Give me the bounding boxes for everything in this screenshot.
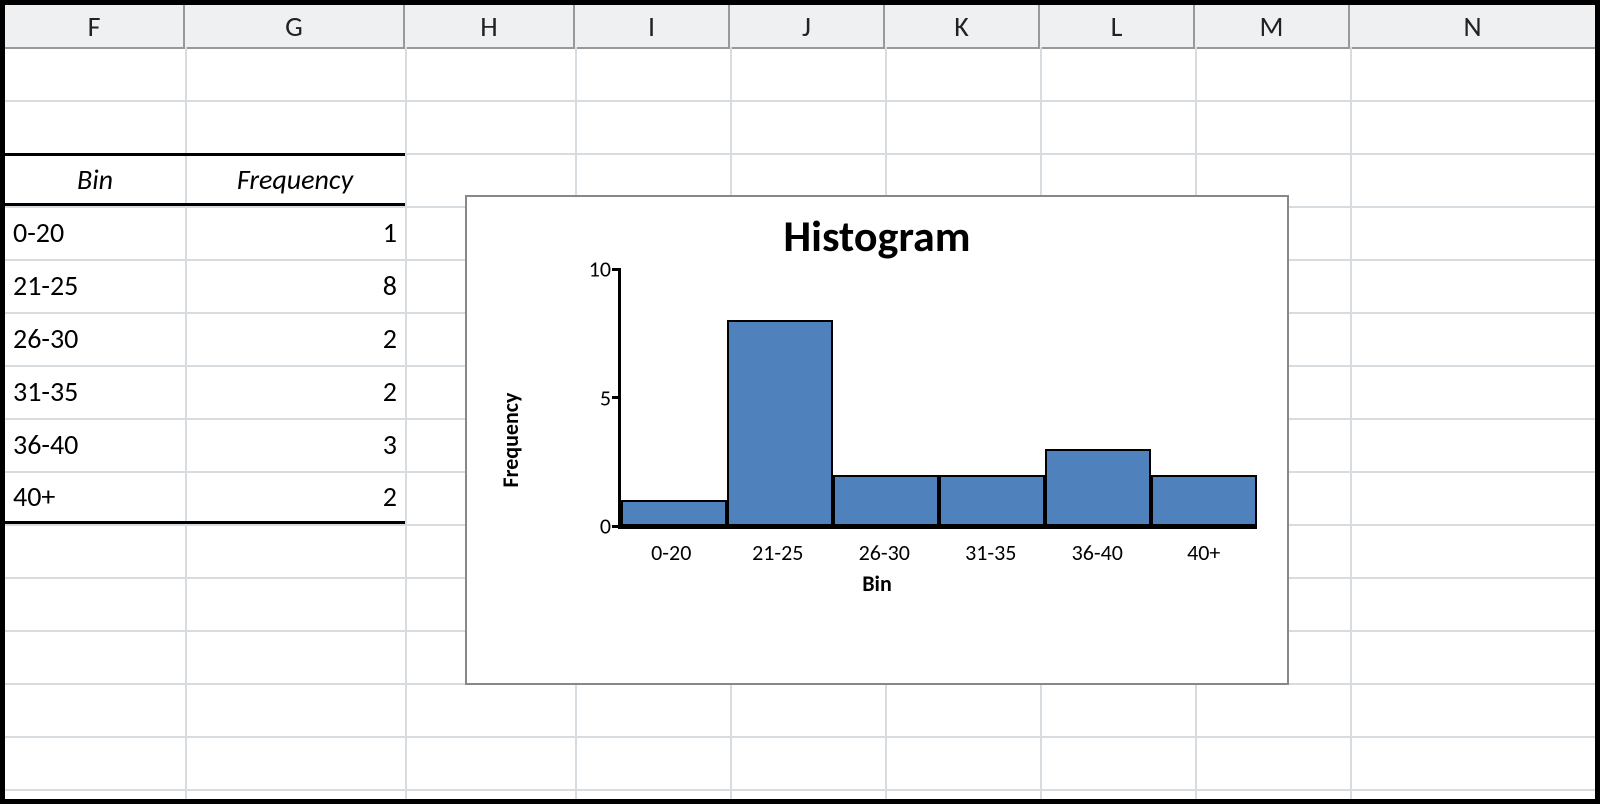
chart-bar[interactable] — [833, 475, 939, 526]
cell-frequency[interactable]: 2 — [185, 471, 405, 524]
chart-bar[interactable] — [939, 475, 1045, 526]
chart-bar[interactable] — [1151, 475, 1257, 526]
cell-frequency[interactable]: 2 — [185, 365, 405, 418]
chart-y-axis-label: Frequency — [497, 393, 524, 488]
cell-bin[interactable]: 21-25 — [5, 259, 185, 312]
chart-x-tick: 26-30 — [831, 539, 938, 566]
chart-plot-area: 0510 — [618, 269, 1257, 529]
spreadsheet-window: FGHIJKLMN Bin Frequency 0-20121-25826-30… — [0, 0, 1600, 804]
chart-y-tick: 5 — [600, 384, 611, 411]
cell-bin[interactable]: 26-30 — [5, 312, 185, 365]
column-header-row: FGHIJKLMN — [5, 5, 1595, 49]
data-table: Bin Frequency 0-20121-25826-30231-35236-… — [5, 153, 405, 524]
chart-bar[interactable] — [727, 320, 833, 526]
chart-x-tick: 0-20 — [618, 539, 725, 566]
table-header-frequency[interactable]: Frequency — [185, 153, 405, 206]
chart-bar[interactable] — [621, 500, 727, 526]
cell-frequency[interactable]: 3 — [185, 418, 405, 471]
cell-bin[interactable]: 0-20 — [5, 206, 185, 259]
chart-y-tick: 0 — [600, 513, 611, 540]
column-header-l[interactable]: L — [1040, 5, 1195, 47]
column-header-j[interactable]: J — [730, 5, 885, 47]
histogram-chart[interactable]: Histogram Frequency 0510 0-2021-2526-303… — [465, 195, 1289, 685]
column-header-k[interactable]: K — [885, 5, 1040, 47]
chart-x-tick: 21-25 — [725, 539, 832, 566]
chart-y-tick: 10 — [589, 256, 611, 283]
column-header-f[interactable]: F — [5, 5, 185, 47]
chart-x-tick: 40+ — [1151, 539, 1258, 566]
chart-bar[interactable] — [1045, 449, 1151, 526]
chart-x-tick: 31-35 — [938, 539, 1045, 566]
column-header-m[interactable]: M — [1195, 5, 1350, 47]
cell-bin[interactable]: 31-35 — [5, 365, 185, 418]
cell-bin[interactable]: 40+ — [5, 471, 185, 524]
column-header-n[interactable]: N — [1350, 5, 1595, 47]
chart-x-ticks: 0-2021-2526-3031-3536-4040+ — [618, 539, 1257, 566]
chart-x-tick: 36-40 — [1044, 539, 1151, 566]
cell-frequency[interactable]: 2 — [185, 312, 405, 365]
column-header-h[interactable]: H — [405, 5, 575, 47]
cell-bin[interactable]: 36-40 — [5, 418, 185, 471]
table-header-bin[interactable]: Bin — [5, 153, 185, 206]
column-header-g[interactable]: G — [185, 5, 405, 47]
cell-frequency[interactable]: 8 — [185, 259, 405, 312]
column-header-i[interactable]: I — [575, 5, 730, 47]
chart-bars — [621, 269, 1257, 526]
chart-x-axis-label: Bin — [467, 570, 1287, 597]
cell-frequency[interactable]: 1 — [185, 206, 405, 259]
